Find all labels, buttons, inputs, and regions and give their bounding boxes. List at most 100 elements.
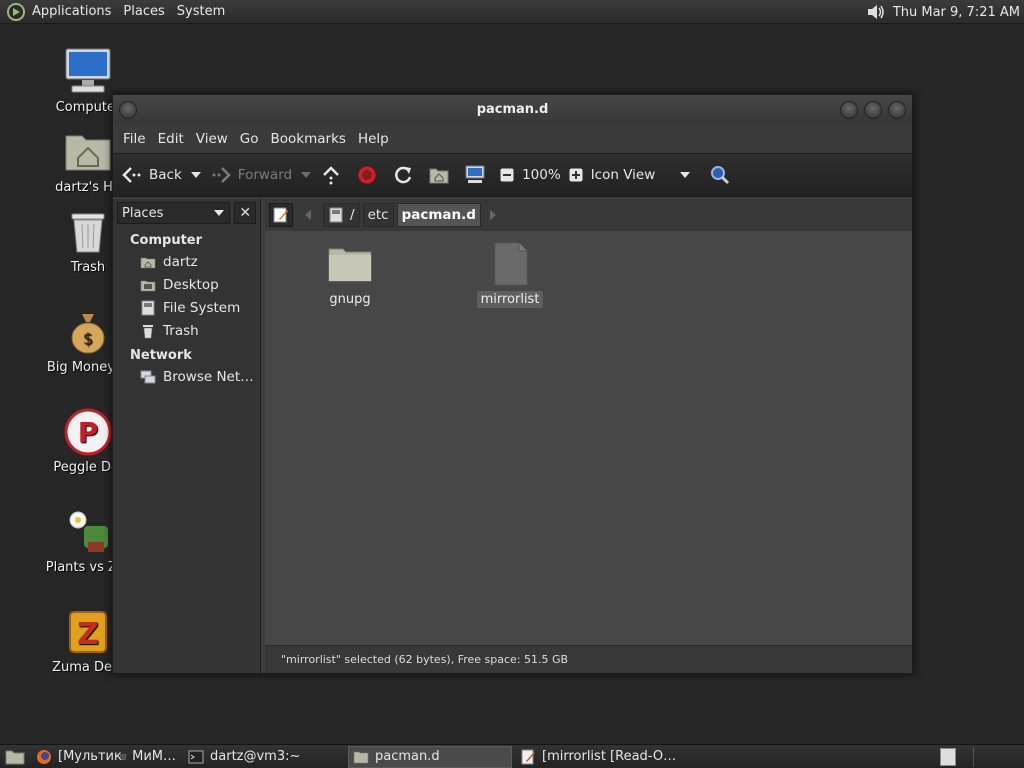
zoom-level: 100% [522, 167, 561, 183]
home-icon [140, 257, 156, 268]
menu-go[interactable]: Go [234, 131, 265, 147]
zoom-out-button[interactable] [500, 159, 514, 191]
text-file-icon [494, 242, 528, 286]
trash-icon [143, 324, 153, 338]
chevron-down-icon [679, 172, 690, 178]
folder-icon [328, 248, 372, 282]
chevron-right-icon [489, 210, 496, 220]
stop-icon [357, 165, 377, 185]
clock[interactable]: Thu Mar 9, 7:21 AM [893, 5, 1020, 20]
applications-menu[interactable]: Applications [26, 0, 117, 24]
home-button[interactable] [428, 159, 456, 191]
computer-icon [465, 165, 485, 183]
main-pane: / etc pacman.d gnupg mirrorlist "mirrorl… [265, 199, 912, 673]
network-icon [140, 370, 156, 383]
search-button[interactable] [709, 159, 737, 191]
window-menu-button[interactable] [119, 101, 137, 119]
svg-text:$: $ [83, 329, 93, 348]
top-panel: Applications Places System Thu Mar 9, 7:… [0, 0, 1024, 24]
up-button[interactable] [320, 159, 348, 191]
sidebar-close-button[interactable]: ✕ [234, 202, 256, 224]
minimize-button[interactable] [840, 101, 858, 119]
file-manager-window: pacman.d File Edit View Go Bookmarks Hel… [112, 94, 913, 674]
icon-view[interactable]: gnupg mirrorlist [265, 231, 912, 645]
menu-edit[interactable]: Edit [152, 131, 190, 147]
forward-history-dropdown[interactable] [300, 159, 312, 191]
sidebar-places-select[interactable]: Places [117, 202, 231, 224]
home-folder-icon [65, 135, 111, 171]
desktop-icon [140, 280, 156, 291]
computer-icon [65, 48, 111, 93]
menu-bookmarks[interactable]: Bookmarks [265, 131, 352, 147]
file-item-gnupg[interactable]: gnupg [310, 241, 390, 308]
zoom-in-button[interactable] [569, 159, 583, 191]
toolbar: Back Forward 100% Icon View [113, 153, 912, 197]
window-title: pacman.d [476, 102, 549, 117]
task-text-editor[interactable]: [mirrorlist [Read-O… [516, 746, 716, 768]
app-icon [120, 754, 126, 759]
places-menu[interactable]: Places [117, 0, 170, 24]
task-app[interactable]: МиМ… [116, 746, 180, 768]
firefox-icon [37, 749, 51, 764]
panel-separator [973, 747, 974, 767]
search-icon [710, 166, 729, 185]
workspace-switcher[interactable] [940, 748, 956, 766]
sidebar-group-network: Network [130, 348, 192, 363]
show-desktop-icon[interactable] [4, 747, 26, 767]
file-item-mirrorlist[interactable]: mirrorlist [470, 241, 550, 308]
menu-help[interactable]: Help [352, 131, 395, 147]
filesystem-icon [141, 300, 155, 315]
task-terminal[interactable]: dartz@vm3:~ [184, 746, 344, 768]
volume-icon[interactable] [865, 2, 887, 22]
menu-view[interactable]: View [190, 131, 234, 147]
stop-button[interactable] [356, 159, 384, 191]
folder-icon [353, 751, 369, 763]
chevron-down-icon [190, 172, 201, 178]
breadcrumb-pacman-d[interactable]: pacman.d [396, 203, 481, 227]
sidebar-item-dartz[interactable]: dartz [113, 250, 260, 273]
breadcrumb-root[interactable]: / [323, 203, 360, 227]
edit-icon [273, 207, 288, 223]
back-arrow-icon [122, 167, 141, 183]
maximize-button[interactable] [864, 101, 882, 119]
menubar: File Edit View Go Bookmarks Help [113, 125, 912, 153]
chevron-down-icon [301, 172, 312, 178]
terminal-icon [188, 750, 204, 763]
back-history-dropdown[interactable] [190, 159, 202, 191]
window-titlebar[interactable]: pacman.d [113, 95, 912, 125]
sidebar: Places ✕ Computer dartz Desktop File Sys… [113, 199, 261, 673]
breadcrumb-etc[interactable]: etc [362, 203, 394, 227]
distro-logo-icon[interactable] [6, 2, 26, 22]
edit-location-button[interactable] [269, 203, 293, 227]
path-scroll-right[interactable] [484, 203, 502, 227]
task-pacman-d[interactable]: pacman.d [348, 745, 512, 768]
view-mode-select[interactable]: Icon View [591, 159, 691, 191]
zoom-in-icon [569, 168, 583, 182]
menu-file[interactable]: File [117, 131, 152, 147]
zoom-out-icon [500, 168, 514, 182]
chevron-left-icon [305, 210, 311, 220]
sidebar-header: Places ✕ [113, 199, 260, 227]
money-bag-icon: $ [71, 314, 105, 354]
close-button[interactable] [888, 101, 906, 119]
chevron-down-icon [214, 210, 225, 216]
sidebar-item-desktop[interactable]: Desktop [113, 273, 260, 296]
back-button[interactable]: Back [121, 159, 182, 191]
path-bar: / etc pacman.d [265, 199, 912, 231]
sidebar-item-file-system[interactable]: File System [113, 296, 260, 319]
forward-button[interactable]: Forward [210, 159, 292, 191]
status-bar: "mirrorlist" selected (62 bytes), Free s… [265, 645, 912, 673]
path-scroll-left[interactable] [299, 203, 317, 227]
trash-icon [71, 213, 105, 253]
system-menu[interactable]: System [171, 0, 231, 24]
filesystem-icon [329, 207, 343, 223]
sidebar-item-trash[interactable]: Trash [113, 319, 260, 342]
sidebar-item-browse-network[interactable]: Browse Net… [113, 365, 260, 388]
text-editor-icon [521, 749, 535, 764]
status-text: "mirrorlist" selected (62 bytes), Free s… [281, 653, 569, 666]
peggle-icon: P [64, 408, 112, 456]
plants-icon [69, 511, 108, 552]
computer-button[interactable] [464, 159, 492, 191]
reload-button[interactable] [392, 159, 420, 191]
content-area: Places ✕ Computer dartz Desktop File Sys… [113, 199, 912, 673]
